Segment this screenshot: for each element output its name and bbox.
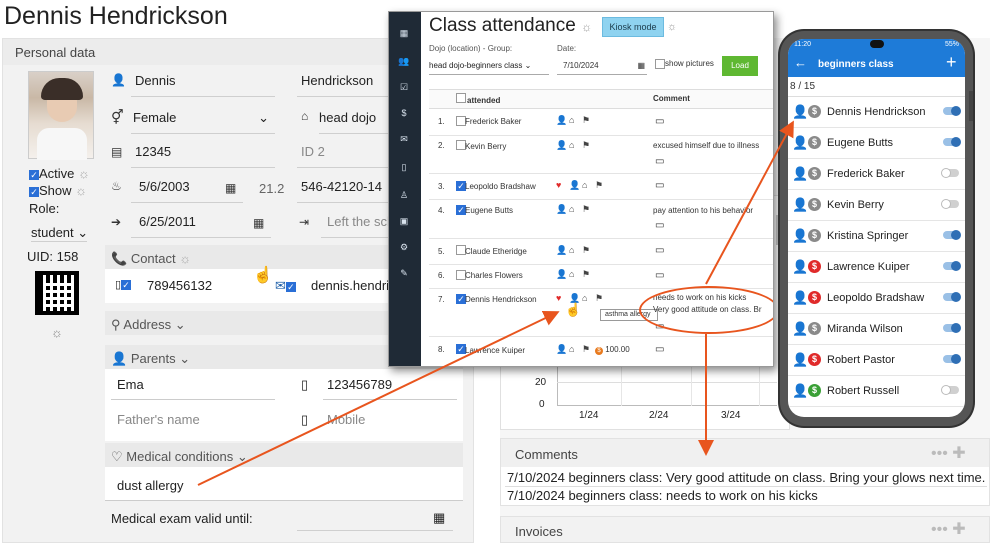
arrow-phone xyxy=(705,120,794,285)
arrow-medical xyxy=(197,310,560,486)
annotation-arrows xyxy=(197,120,794,486)
